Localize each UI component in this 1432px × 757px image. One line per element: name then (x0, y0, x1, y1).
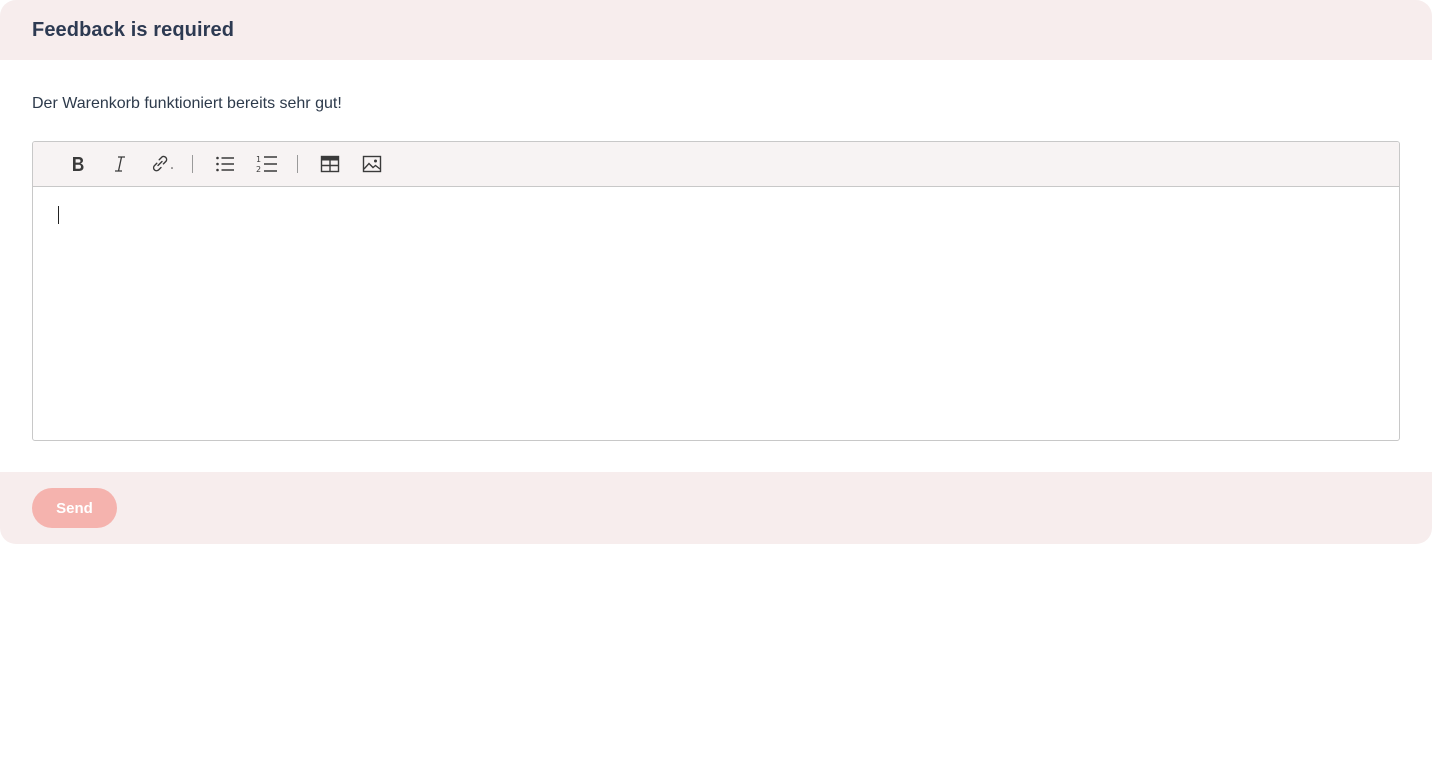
panel-header: Feedback is required (0, 0, 1432, 60)
send-button[interactable]: Send (32, 488, 117, 528)
page-title: Feedback is required (32, 18, 235, 41)
toolbar-divider (297, 155, 298, 173)
insert-image-button[interactable] (352, 147, 392, 181)
bulleted-list-icon (215, 155, 235, 173)
rich-text-editor: 1 2 (32, 141, 1400, 441)
insert-table-button[interactable] (310, 147, 350, 181)
bold-button[interactable] (58, 147, 98, 181)
feedback-text-area[interactable] (33, 187, 1399, 440)
text-cursor (58, 206, 59, 224)
prompt-text: Der Warenkorb funktioniert bereits sehr … (32, 95, 342, 112)
svg-text:1: 1 (256, 155, 261, 164)
svg-text:2: 2 (256, 165, 261, 174)
editor-toolbar: 1 2 (33, 142, 1399, 187)
feedback-panel: Feedback is required Der Warenkorb funkt… (0, 0, 1432, 544)
link-button[interactable] (142, 147, 182, 181)
panel-body: Der Warenkorb funktioniert bereits sehr … (0, 60, 1432, 472)
link-icon (149, 154, 175, 174)
table-icon (320, 155, 340, 173)
numbered-list-button[interactable]: 1 2 (247, 147, 287, 181)
numbered-list-icon: 1 2 (256, 154, 278, 174)
bulleted-list-button[interactable] (205, 147, 245, 181)
panel-footer: Send (0, 472, 1432, 544)
italic-button[interactable] (100, 147, 140, 181)
toolbar-divider (192, 155, 193, 173)
italic-icon (113, 155, 127, 173)
image-icon (362, 155, 382, 173)
bold-icon (70, 155, 86, 173)
